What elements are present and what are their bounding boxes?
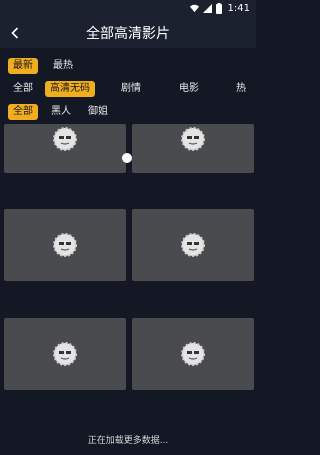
- placeholder-face-icon: [181, 342, 205, 366]
- video-tile[interactable]: [4, 209, 126, 281]
- tag-chip-black[interactable]: 黑人: [46, 104, 76, 120]
- placeholder-face-icon: [181, 126, 205, 151]
- sort-chip-hottest[interactable]: 最热: [48, 58, 78, 74]
- category-filter-row: 全部 高清无码 剧情 电影 热: [0, 79, 256, 99]
- tag-chip-all[interactable]: 全部: [8, 104, 38, 120]
- battery-icon: [216, 3, 222, 14]
- scroll-indicator[interactable]: [122, 153, 132, 163]
- page-title: 全部高清影片: [86, 26, 170, 42]
- signal-icon: [203, 4, 212, 13]
- video-tile[interactable]: [132, 318, 254, 390]
- video-tile[interactable]: [4, 124, 126, 173]
- app-header: 全部高清影片: [0, 18, 256, 48]
- status-time: 1:41: [227, 3, 250, 14]
- category-chip-drama[interactable]: 剧情: [116, 81, 146, 97]
- tag-filter-row: 全部 黑人 御姐: [0, 102, 256, 122]
- loading-more-text: 正在加载更多数据...: [87, 436, 169, 446]
- category-chip-hot[interactable]: 热: [231, 81, 251, 97]
- tag-chip-mature[interactable]: 御姐: [83, 104, 113, 120]
- placeholder-face-icon: [53, 233, 77, 257]
- video-tile[interactable]: [4, 318, 126, 390]
- status-bar: 1:41: [0, 0, 256, 18]
- video-tile[interactable]: [132, 124, 254, 173]
- category-chip-movie[interactable]: 电影: [174, 81, 204, 97]
- video-tile[interactable]: [132, 209, 254, 281]
- sort-filter-row: 最新 最热: [0, 56, 256, 76]
- sort-chip-latest[interactable]: 最新: [8, 58, 38, 74]
- wifi-icon: [190, 4, 199, 13]
- category-chip-hd[interactable]: 高清无码: [45, 81, 95, 97]
- placeholder-face-icon: [181, 233, 205, 257]
- category-chip-all[interactable]: 全部: [8, 81, 38, 97]
- placeholder-face-icon: [53, 126, 77, 151]
- placeholder-face-icon: [53, 342, 77, 366]
